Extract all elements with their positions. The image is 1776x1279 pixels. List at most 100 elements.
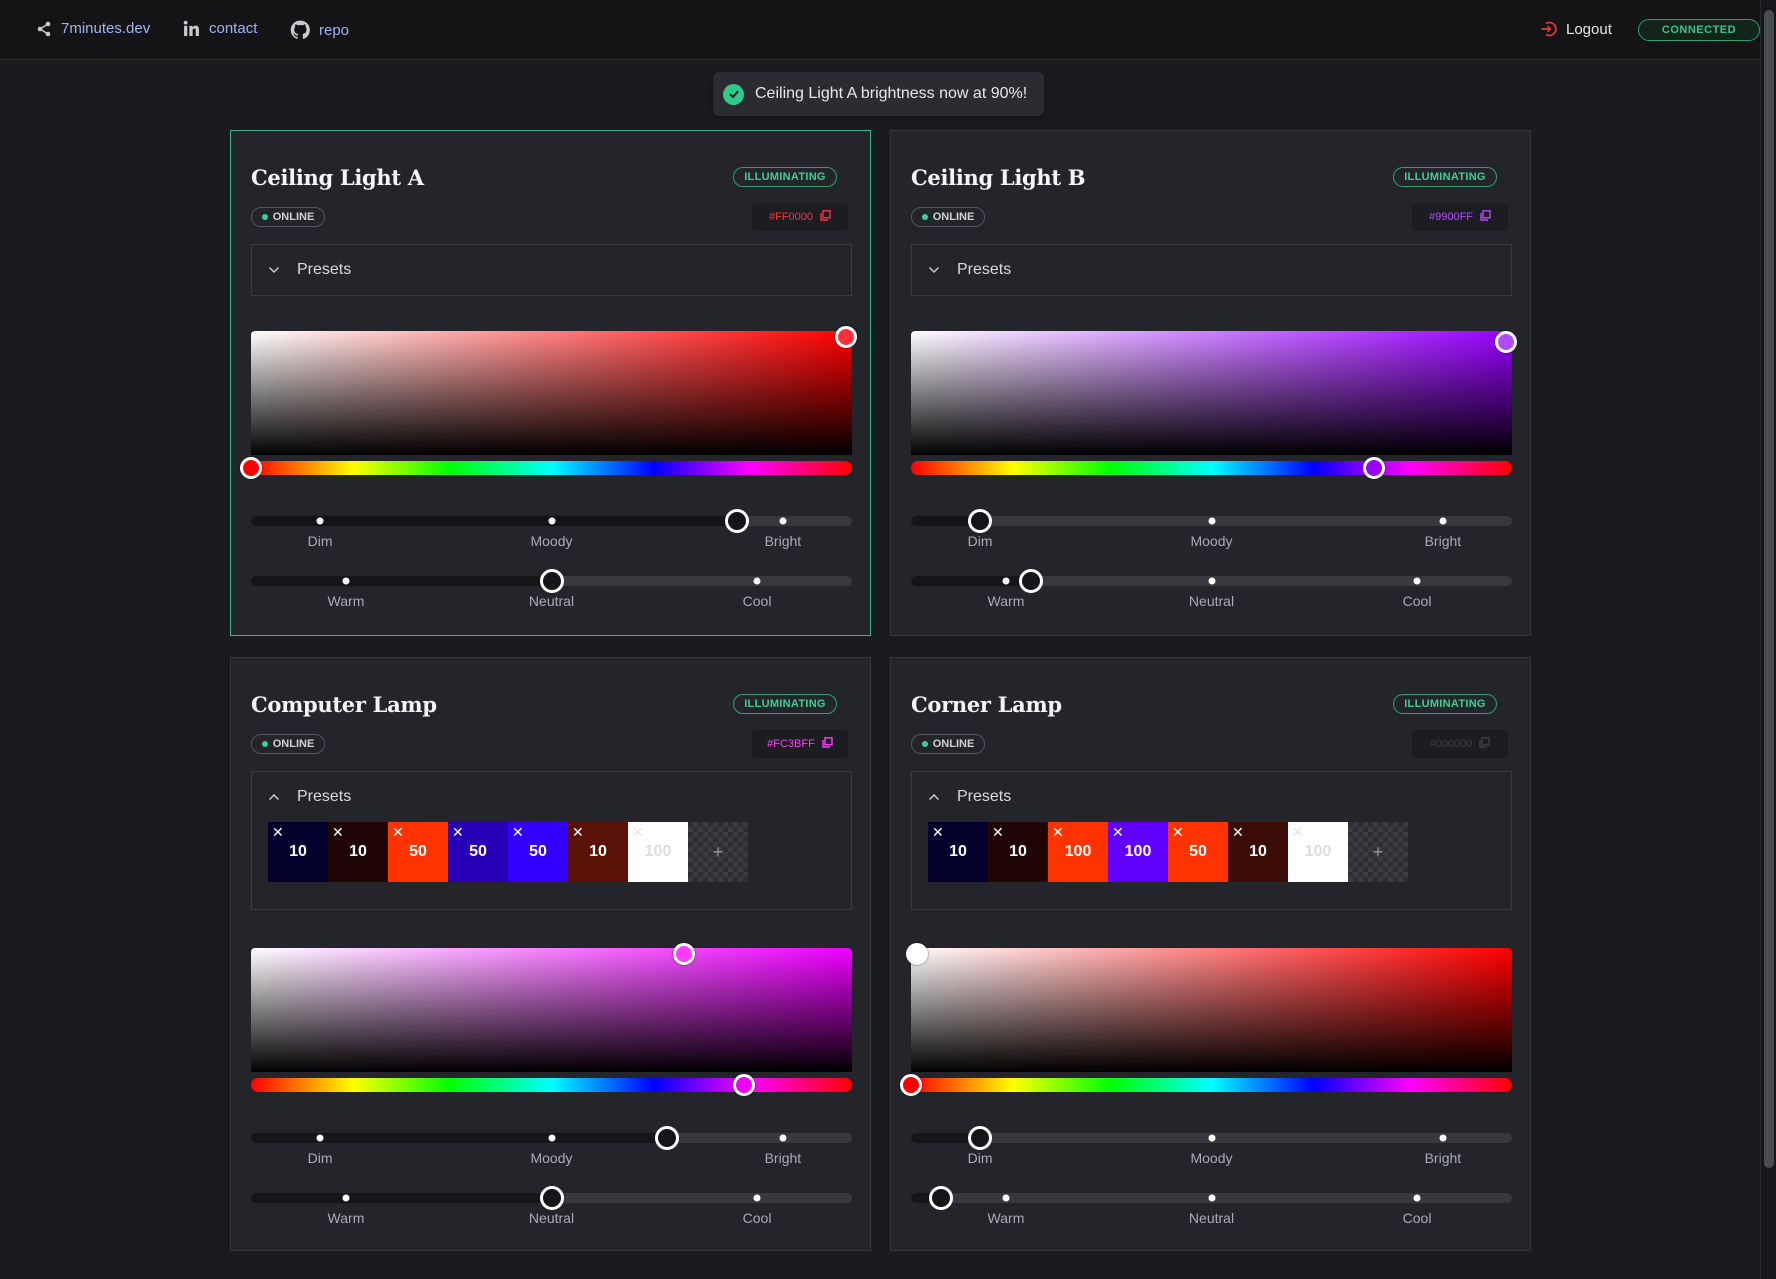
repo-link[interactable]: repo — [290, 20, 349, 40]
temperature-slider-tick[interactable] — [342, 577, 350, 585]
light-card[interactable]: Ceiling Light B ILLUMINATING ONLINE #9900FF… — [890, 130, 1531, 636]
temperature-slider-tick[interactable] — [1208, 577, 1215, 585]
hex-color-chip[interactable]: #FF0000 — [752, 203, 848, 231]
temperature-slider-tick[interactable] — [1413, 577, 1421, 585]
temperature-slider-handle[interactable] — [1019, 569, 1044, 593]
remove-preset-icon[interactable]: ✕ — [452, 824, 464, 841]
preset-swatch[interactable]: ✕ 10 — [568, 822, 628, 882]
copy-icon[interactable] — [820, 210, 831, 224]
remove-preset-icon[interactable]: ✕ — [332, 824, 344, 841]
hue-slider[interactable] — [240, 457, 852, 479]
preset-swatch[interactable]: ✕ 10 — [328, 822, 388, 882]
brightness-slider[interactable]: Dim Moody Bright — [911, 1126, 1512, 1166]
copy-icon[interactable] — [1480, 210, 1491, 224]
brightness-slider-tick[interactable] — [316, 1134, 324, 1142]
temperature-slider[interactable]: Warm Neutral Cool — [251, 1186, 852, 1226]
brightness-slider-handle[interactable] — [724, 509, 749, 533]
temperature-slider-handle[interactable] — [539, 569, 564, 593]
remove-preset-icon[interactable]: ✕ — [572, 824, 584, 841]
presets-panel[interactable]: Presets — [251, 244, 852, 296]
hue-slider[interactable] — [251, 1074, 852, 1096]
saturation-handle[interactable] — [906, 943, 928, 966]
hue-slider[interactable] — [911, 457, 1512, 479]
light-card[interactable]: Ceiling Light A ILLUMINATING ONLINE #FF0000… — [230, 130, 871, 636]
preset-swatch[interactable]: ✕ 10 — [1228, 822, 1288, 882]
light-card[interactable]: Computer Lamp ILLUMINATING ONLINE #FC3BFF Pr… — [230, 657, 871, 1251]
temperature-slider-tick[interactable] — [1002, 1194, 1010, 1202]
temperature-slider-tick[interactable] — [1413, 1194, 1421, 1202]
hue-handle[interactable] — [1362, 457, 1385, 479]
temperature-slider-tick[interactable] — [753, 1194, 761, 1202]
light-card[interactable]: Corner Lamp ILLUMINATING ONLINE #000000 Pres… — [890, 657, 1531, 1251]
add-preset-button[interactable]: + — [1348, 822, 1408, 882]
remove-preset-icon[interactable]: ✕ — [992, 824, 1004, 841]
remove-preset-icon[interactable]: ✕ — [1172, 824, 1184, 841]
temperature-slider[interactable]: Warm Neutral Cool — [911, 569, 1512, 609]
saturation-handle[interactable] — [1494, 331, 1517, 354]
presets-panel[interactable]: Presets ✕ 10 ✕ 10 ✕ 50 ✕ 50 ✕ 50 ✕ 10 ✕ 100 + — [251, 771, 852, 910]
brightness-slider-tick[interactable] — [316, 517, 324, 525]
preset-swatch[interactable]: ✕ 50 — [388, 822, 448, 882]
brightness-slider-handle[interactable] — [655, 1126, 680, 1150]
remove-preset-icon[interactable]: ✕ — [1112, 824, 1124, 841]
preset-swatch[interactable]: ✕ 50 — [508, 822, 568, 882]
page-scrollbar[interactable] — [1760, 0, 1776, 1279]
saturation-picker[interactable] — [251, 943, 852, 1072]
hue-handle[interactable] — [900, 1074, 922, 1096]
presets-toggle[interactable]: Presets — [912, 772, 1511, 822]
add-preset-button[interactable]: + — [688, 822, 748, 882]
contact-link[interactable]: contact — [183, 20, 257, 37]
preset-swatch[interactable]: ✕ 10 — [928, 822, 988, 882]
remove-preset-icon[interactable]: ✕ — [1232, 824, 1244, 841]
scrollbar-thumb[interactable] — [1764, 10, 1774, 1168]
preset-swatch[interactable]: ✕ 50 — [1168, 822, 1228, 882]
remove-preset-icon[interactable]: ✕ — [512, 824, 524, 841]
brightness-slider-tick[interactable] — [1439, 517, 1447, 525]
brightness-slider-handle[interactable] — [968, 509, 993, 533]
temperature-slider-tick[interactable] — [1002, 577, 1010, 585]
brightness-slider-tick[interactable] — [1208, 1134, 1215, 1142]
preset-swatch[interactable]: ✕ 10 — [268, 822, 328, 882]
temperature-slider-handle[interactable] — [929, 1186, 954, 1210]
brightness-slider[interactable]: Dim Moody Bright — [251, 509, 852, 549]
remove-preset-icon[interactable]: ✕ — [632, 824, 644, 841]
preset-swatch[interactable]: ✕ 10 — [988, 822, 1048, 882]
preset-swatch[interactable]: ✕ 100 — [1288, 822, 1348, 882]
brightness-slider-tick[interactable] — [779, 517, 787, 525]
saturation-handle[interactable] — [834, 326, 857, 349]
saturation-handle[interactable] — [672, 943, 695, 966]
brightness-slider-tick[interactable] — [548, 1134, 555, 1142]
temperature-slider-tick[interactable] — [753, 577, 761, 585]
presets-panel[interactable]: Presets ✕ 10 ✕ 10 ✕ 100 ✕ 100 ✕ 50 ✕ 10 ✕ 100 + — [911, 771, 1512, 910]
temperature-slider[interactable]: Warm Neutral Cool — [911, 1186, 1512, 1226]
saturation-picker[interactable] — [906, 943, 1512, 1072]
presets-toggle[interactable]: Presets — [252, 245, 851, 295]
brightness-slider-tick[interactable] — [1439, 1134, 1447, 1142]
saturation-picker[interactable] — [911, 331, 1517, 455]
preset-swatch[interactable]: ✕ 100 — [1048, 822, 1108, 882]
brightness-slider-handle[interactable] — [968, 1126, 993, 1150]
remove-preset-icon[interactable]: ✕ — [1292, 824, 1304, 841]
copy-icon[interactable] — [1479, 737, 1491, 751]
remove-preset-icon[interactable]: ✕ — [932, 824, 944, 841]
brightness-slider-tick[interactable] — [1208, 517, 1215, 525]
hue-handle[interactable] — [240, 457, 262, 479]
hex-color-chip[interactable]: #FC3BFF — [752, 730, 848, 758]
presets-panel[interactable]: Presets — [911, 244, 1512, 296]
remove-preset-icon[interactable]: ✕ — [392, 824, 404, 841]
remove-preset-icon[interactable]: ✕ — [1052, 824, 1064, 841]
copy-icon[interactable] — [822, 737, 833, 751]
remove-preset-icon[interactable]: ✕ — [272, 824, 284, 841]
temperature-slider-tick[interactable] — [1208, 1194, 1215, 1202]
site-link[interactable]: 7minutes.dev — [36, 20, 150, 37]
hue-slider[interactable] — [900, 1074, 1512, 1096]
brightness-slider[interactable]: Dim Moody Bright — [911, 509, 1512, 549]
brightness-slider[interactable]: Dim Moody Bright — [251, 1126, 852, 1166]
preset-swatch[interactable]: ✕ 100 — [1108, 822, 1168, 882]
saturation-picker[interactable] — [251, 326, 857, 455]
presets-toggle[interactable]: Presets — [252, 772, 851, 822]
temperature-slider-handle[interactable] — [539, 1186, 564, 1210]
preset-swatch[interactable]: ✕ 100 — [628, 822, 688, 882]
hex-color-chip[interactable]: #000000 — [1412, 730, 1508, 758]
hue-handle[interactable] — [732, 1074, 755, 1096]
